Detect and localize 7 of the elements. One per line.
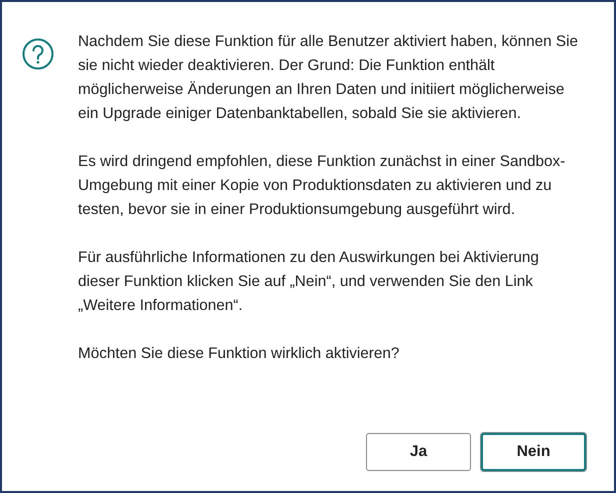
- question-icon: [22, 38, 54, 70]
- message-text: Möchten Sie diese Funktion wirklich aktivieren?: [78, 344, 400, 364]
- message-text: Für ausführliche Informationen zu den Auswirkungen bei Aktivierung dieser Funktion klicken Sie auf „Nein“, und verwenden Sie den Link „Weitere Informationen“.: [78, 248, 540, 316]
- message-text: Nachdem Sie diese Funktion für alle Benutzer aktiviert haben, können Sie sie nicht wieder deaktivieren. Der Grund: Die Funktion enthält möglicherweise Änderungen an Ihren Daten und initiiert möglicherweise ein Upgrade einiger Datenbanktabellen, sobald Sie sie aktivieren.: [78, 32, 578, 124]
- dialog-button[interactable]: Ja: [366, 433, 471, 471]
- dialog-button[interactable]: Nein: [481, 433, 586, 471]
- message-text: Es wird dringend empfohlen, diese Funktion zunächst in einer Sandbox-Umgebung mit einer Kopie von Produktionsdaten zu aktivieren und zu testen, bevor sie in einer Produktionsumgebung ausgeführt wird.: [78, 152, 566, 220]
